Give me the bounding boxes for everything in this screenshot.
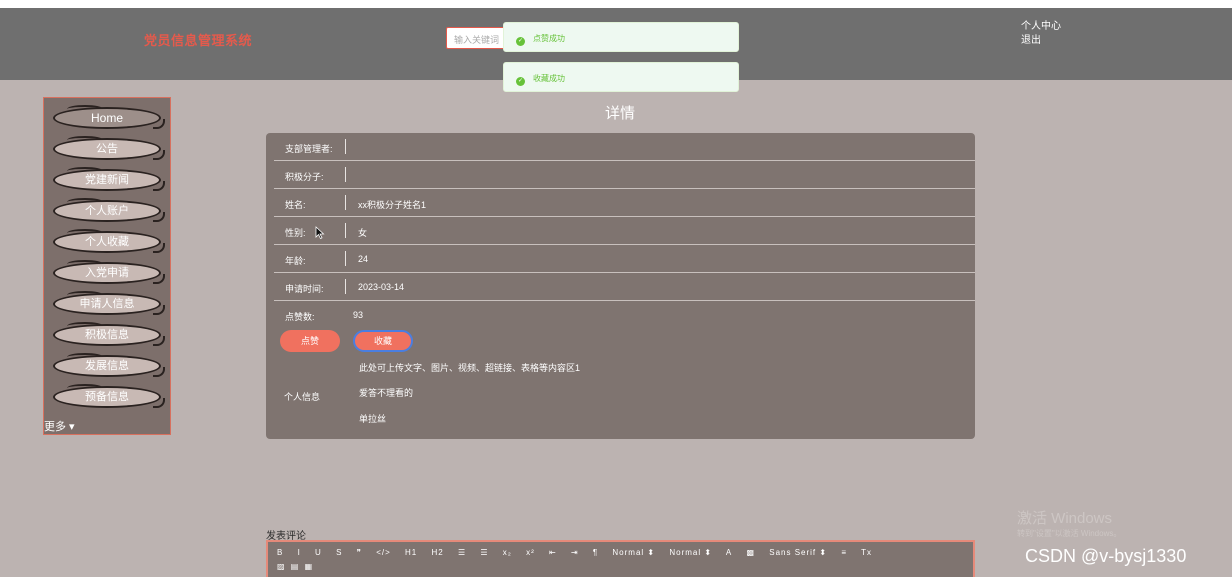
detail-row: 年龄: 24 <box>274 245 975 273</box>
mouse-cursor-icon <box>315 226 325 239</box>
toast-text: 收藏成功 <box>533 74 565 83</box>
page-title: 详情 <box>604 105 635 122</box>
field-label: 申请时间: <box>285 284 324 294</box>
divider <box>345 139 346 154</box>
field-label: 姓名: <box>285 200 306 210</box>
search-input[interactable]: 输入关键词 <box>446 27 506 49</box>
check-circle-icon: ✓ <box>516 37 525 46</box>
direction-button[interactable]: ¶ <box>593 548 598 557</box>
sidebar-item-account[interactable]: 个人账户 <box>53 198 165 222</box>
sidebar-item-favorites[interactable]: 个人收藏 <box>53 229 165 253</box>
code-button[interactable]: </> <box>376 548 391 557</box>
italic-button[interactable]: I <box>298 548 301 557</box>
toolbar-media-buttons[interactable]: ▨ ▤ ▦ <box>277 562 314 571</box>
info-line: 此处可上传文字、图片、视频、超链接、表格等内容区1 <box>359 363 581 373</box>
likes-label: 点赞数: <box>285 312 315 322</box>
sidebar-item-applicant-info[interactable]: 申请人信息 <box>53 291 165 315</box>
field-label: 支部管理者: <box>285 144 333 154</box>
logout-link[interactable]: 退出 <box>1021 34 1061 48</box>
strike-button[interactable]: S <box>336 548 342 557</box>
info-line: 爱答不理看的 <box>359 388 414 398</box>
favorite-button[interactable]: 收藏 <box>353 330 413 352</box>
detail-row: 申请时间: 2023-03-14 <box>274 273 975 301</box>
bullet-list-button[interactable]: ☰ <box>480 548 488 557</box>
size-select[interactable]: Normal ⬍ <box>612 548 655 557</box>
divider <box>345 167 346 182</box>
windows-activation-watermark: 激活 Windows <box>1017 510 1113 527</box>
detail-row: 支部管理者: <box>274 133 975 161</box>
sidebar-item-probationary-info[interactable]: 预备信息 <box>53 384 165 408</box>
sidebar-item-active-info[interactable]: 积极信息 <box>53 322 165 346</box>
superscript-button[interactable]: x² <box>526 548 535 557</box>
detail-row: 姓名: xx积极分子姓名1 <box>274 189 975 217</box>
sidebar-item-notice[interactable]: 公告 <box>53 136 165 160</box>
personal-info-label: 个人信息 <box>284 392 321 402</box>
likes-count: 93 <box>353 310 364 320</box>
outdent-button[interactable]: ⇤ <box>549 548 557 557</box>
indent-button[interactable]: ⇥ <box>571 548 579 557</box>
toast-like-success: ✓ 点赞成功 <box>503 22 739 52</box>
divider <box>345 223 346 238</box>
detail-row: 性别: 女 <box>274 217 975 245</box>
align-button[interactable]: ≡ <box>841 548 847 557</box>
background-color-button[interactable]: ▩ <box>746 548 755 557</box>
bold-button[interactable]: B <box>277 548 283 557</box>
h2-button[interactable]: H2 <box>431 548 443 557</box>
toast-text: 点赞成功 <box>533 34 565 43</box>
blockquote-button[interactable]: ❞ <box>357 548 362 557</box>
subscript-button[interactable]: x₂ <box>503 548 512 557</box>
divider <box>345 279 346 294</box>
header-select[interactable]: Normal ⬍ <box>669 548 712 557</box>
divider <box>345 195 346 210</box>
field-value: 24 <box>358 254 369 264</box>
toast-favorite-success: ✓ 收藏成功 <box>503 62 739 92</box>
font-color-button[interactable]: A <box>726 548 732 557</box>
field-value: 2023-03-14 <box>358 282 405 292</box>
field-label: 年龄: <box>285 256 306 266</box>
sidebar-item-application[interactable]: 入党申请 <box>53 260 165 284</box>
underline-button[interactable]: U <box>315 548 322 557</box>
csdn-watermark: CSDN @v-bysj1330 <box>1025 546 1187 566</box>
field-value: 女 <box>358 228 368 238</box>
toolbar-buttons: B I U S ❞ </> H1 H2 ☰ ☰ x₂ x² ⇤ ⇥ ¶ Norm… <box>277 548 883 557</box>
user-links: 个人中心 退出 <box>1021 20 1061 48</box>
detail-row: 积极分子: <box>274 161 975 189</box>
field-label: 性别: <box>285 228 306 238</box>
site-title: 党员信息管理系统 <box>144 33 253 48</box>
likes-row: 点赞数: 93 <box>285 310 363 323</box>
divider <box>345 251 346 266</box>
field-label: 积极分子: <box>285 172 324 182</box>
info-line: 单拉丝 <box>359 414 387 424</box>
sidebar-item-home[interactable]: Home <box>53 105 165 129</box>
top-border <box>0 0 1232 8</box>
sidebar: Home 公告 党建新闻 个人账户 个人收藏 入党申请 申请人信息 积极信息 发… <box>43 97 171 435</box>
check-circle-icon: ✓ <box>516 77 525 86</box>
field-value: xx积极分子姓名1 <box>358 200 427 210</box>
font-select[interactable]: Sans Serif ⬍ <box>769 548 827 557</box>
rich-text-toolbar: B I U S ❞ </> H1 H2 ☰ ☰ x₂ x² ⇤ ⇥ ¶ Norm… <box>266 540 975 577</box>
user-center-link[interactable]: 个人中心 <box>1021 20 1061 34</box>
more-menu[interactable]: 更多 ▾ <box>44 418 75 434</box>
like-button[interactable]: 点赞 <box>280 330 340 352</box>
h1-button[interactable]: H1 <box>405 548 417 557</box>
clear-format-button[interactable]: Tx <box>861 548 872 557</box>
windows-activation-hint: 转到"设置"以激活 Windows。 <box>1017 529 1122 538</box>
sidebar-item-development-info[interactable]: 发展信息 <box>53 353 165 377</box>
ordered-list-button[interactable]: ☰ <box>458 548 466 557</box>
sidebar-item-news[interactable]: 党建新闻 <box>53 167 165 191</box>
